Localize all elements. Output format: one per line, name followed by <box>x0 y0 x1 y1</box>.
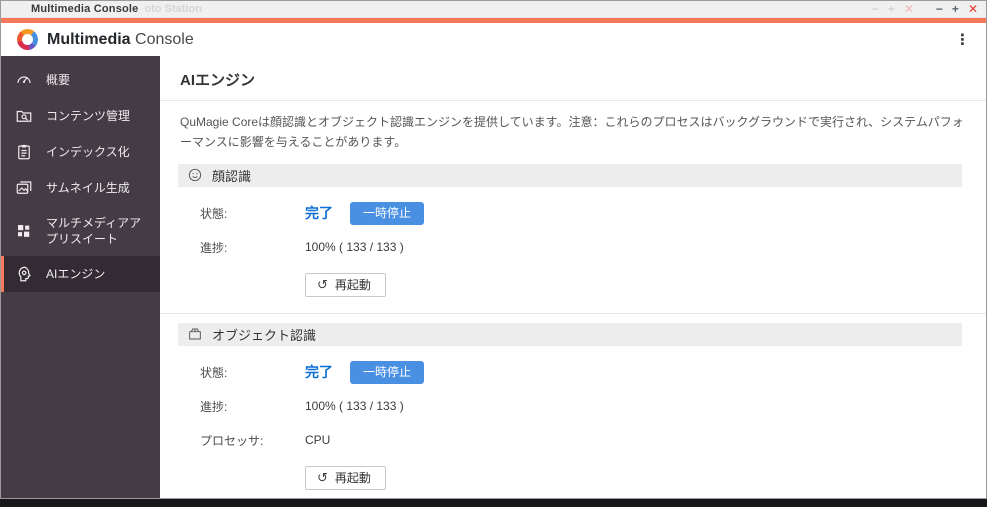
status-label: 状態: <box>200 365 228 380</box>
progress-label: 進捗: <box>200 399 228 414</box>
page-title: AIエンジン <box>160 56 986 101</box>
ghost-maximize-icon: + <box>887 2 895 16</box>
progress-value: 100% ( 133 / 133 ) <box>305 399 404 414</box>
section-title: オブジェクト認識 <box>212 327 317 343</box>
sidebar-item-label: コンテンツ管理 <box>46 109 131 123</box>
app-title-bold: Multimedia <box>47 30 131 48</box>
ghost-minimize-icon: − <box>871 2 879 16</box>
window-controls: − + ✕ <box>936 2 978 16</box>
progress-row: 進捗: 100% ( 133 / 133 ) <box>200 395 986 418</box>
main-content: AIエンジン QuMagie Coreは顔認識とオブジェクト認識エンジンを提供し… <box>160 56 986 498</box>
status-value: 完了 <box>305 205 333 222</box>
app-title: Multimedia Console <box>47 31 194 49</box>
app-header: Multimedia Console ⋮ <box>1 23 986 56</box>
minimize-button[interactable]: − <box>936 2 943 16</box>
restart-row: ↺ 再起動 <box>305 465 986 490</box>
images-icon <box>15 179 33 197</box>
restart-row: ↺ 再起動 <box>305 272 986 297</box>
titlebar: Multimedia Console oto Station − + ✕ − +… <box>1 1 986 18</box>
status-value: 完了 <box>305 364 333 381</box>
sidebar-item-ai-engine[interactable]: AIエンジン <box>1 256 160 292</box>
sidebar-item-label: インデックス化 <box>46 145 130 159</box>
progress-row: 進捗: 100% ( 133 / 133 ) <box>200 236 986 259</box>
close-button[interactable]: ✕ <box>968 2 978 16</box>
maximize-button[interactable]: + <box>952 2 959 16</box>
folder-search-icon <box>15 107 33 125</box>
app-title-light: Console <box>135 30 194 48</box>
pause-button[interactable]: 一時停止 <box>350 201 425 225</box>
taskbar-strip <box>0 499 987 507</box>
ghost-close-icon: ✕ <box>903 2 914 16</box>
sidebar-item-indexing[interactable]: インデックス化 <box>1 134 160 170</box>
background-window-title: oto Station <box>144 3 202 15</box>
progress-label: 進捗: <box>200 240 228 255</box>
window-title: Multimedia Console <box>31 3 139 15</box>
section-divider <box>160 312 986 314</box>
processor-row: プロセッサ: CPU <box>200 429 986 452</box>
section-header-face-recognition: 顔認識 <box>178 163 962 187</box>
sidebar-item-overview[interactable]: 概要 <box>1 62 160 98</box>
sidebar-item-multimedia-app-suite[interactable]: マルチメディアアプリスイート <box>1 206 160 256</box>
restart-icon: ↺ <box>317 277 328 293</box>
gauge-icon <box>15 71 33 89</box>
status-row: 状態: 完了 一時停止 <box>200 201 986 225</box>
processor-value: CPU <box>305 433 331 448</box>
section-title: 顔認識 <box>212 168 252 184</box>
ai-head-icon <box>15 265 33 283</box>
restart-button[interactable]: ↺ 再起動 <box>305 465 386 490</box>
pause-button[interactable]: 一時停止 <box>350 360 425 384</box>
more-options-icon[interactable]: ⋮ <box>955 32 970 47</box>
status-label: 状態: <box>200 206 228 221</box>
sidebar-item-label: AIエンジン <box>46 267 106 281</box>
sidebar: 概要 コンテンツ管理 インデックス化 サムネイル生成 マルチメディアアプリスイー… <box>1 56 160 498</box>
face-recognition-panel: 状態: 完了 一時停止 進捗: 100% ( 133 / 133 ) ↺ 再起動 <box>160 187 986 311</box>
restart-label: 再起動 <box>334 277 371 292</box>
restart-button[interactable]: ↺ 再起動 <box>305 272 386 297</box>
background-window-controls: − + ✕ <box>872 2 914 16</box>
progress-value: 100% ( 133 / 133 ) <box>305 240 404 255</box>
clipboard-icon <box>15 143 33 161</box>
processor-label: プロセッサ: <box>200 433 264 448</box>
grid-icon <box>15 222 33 240</box>
multimedia-console-logo-icon <box>17 29 38 50</box>
sidebar-item-label: 概要 <box>46 73 71 87</box>
object-box-icon <box>189 328 201 340</box>
sidebar-item-label: マルチメディアアプリスイート <box>46 216 142 246</box>
restart-label: 再起動 <box>334 470 371 485</box>
object-recognition-panel: 状態: 完了 一時停止 進捗: 100% ( 133 / 133 ) プロセッサ… <box>160 346 986 498</box>
sidebar-item-content-management[interactable]: コンテンツ管理 <box>1 98 160 134</box>
status-row: 状態: 完了 一時停止 <box>200 360 986 384</box>
page-description: QuMagie Coreは顔認識とオブジェクト認識エンジンを提供しています。注意… <box>180 115 964 150</box>
restart-icon: ↺ <box>317 470 328 486</box>
sidebar-item-thumbnail-generation[interactable]: サムネイル生成 <box>1 170 160 206</box>
sidebar-item-label: サムネイル生成 <box>46 181 130 195</box>
smiley-icon <box>188 169 202 182</box>
section-header-object-recognition: オブジェクト認識 <box>178 322 962 346</box>
multimedia-console-window: Multimedia Console oto Station − + ✕ − +… <box>0 0 987 499</box>
